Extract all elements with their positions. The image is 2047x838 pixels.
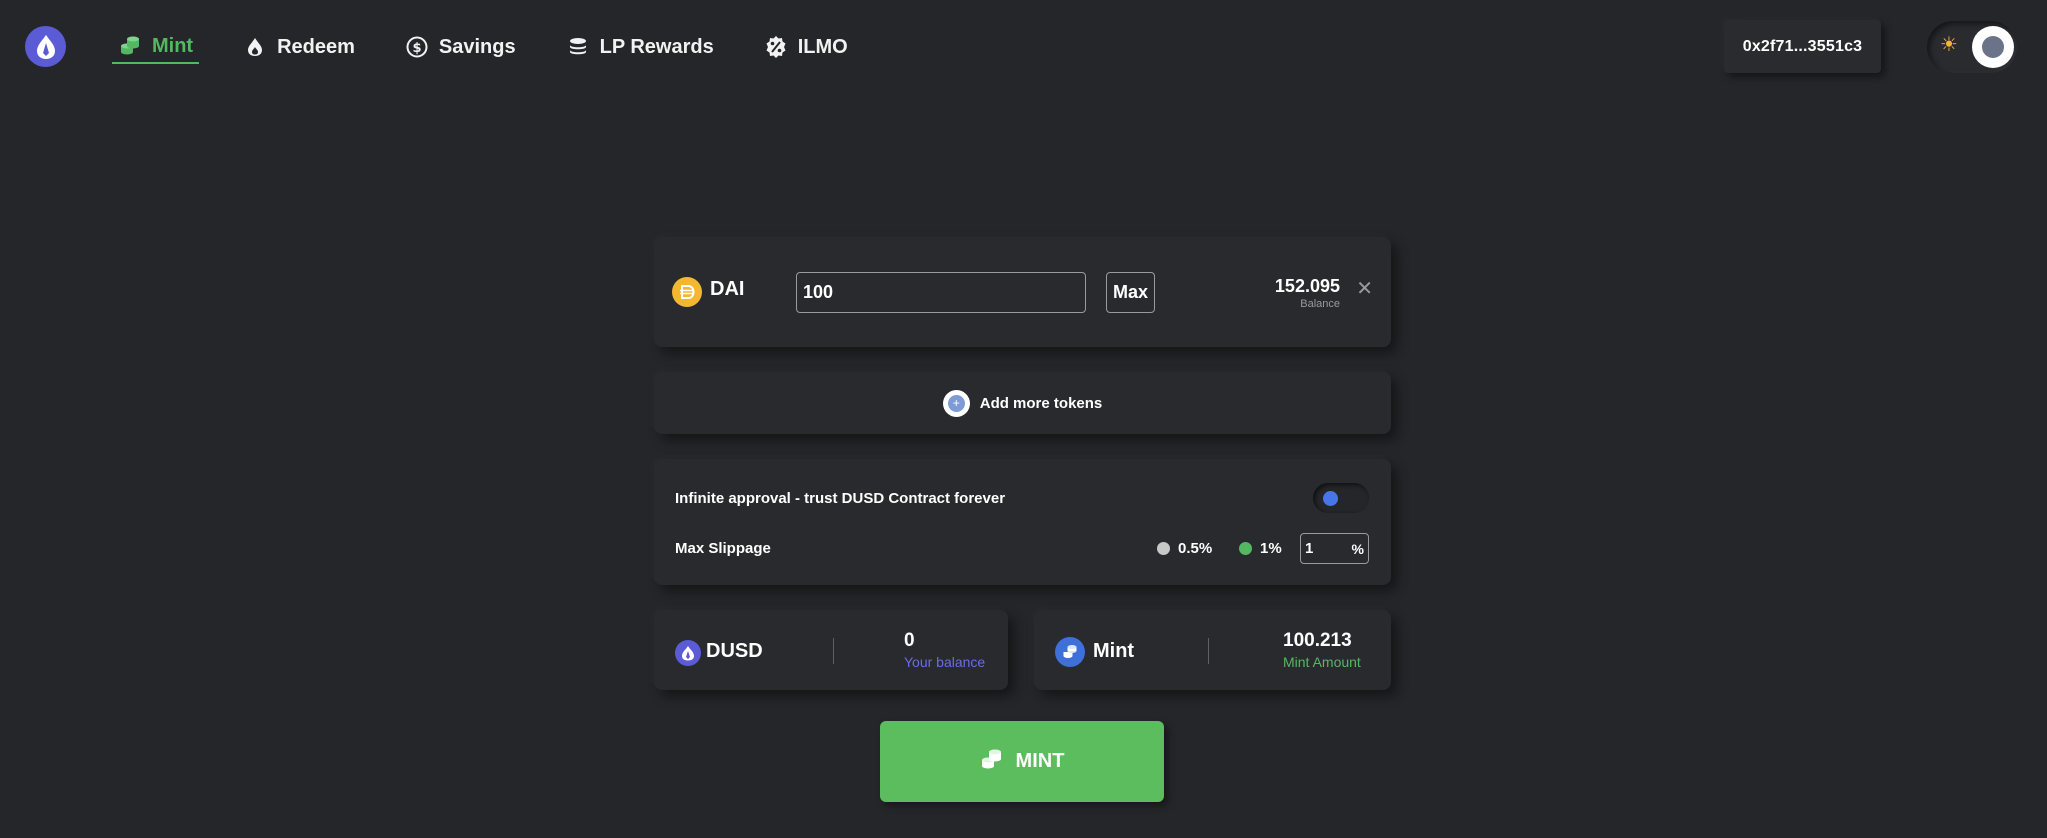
nav-item-label: Mint: [152, 34, 194, 57]
slippage-option-label: 1%: [1260, 540, 1282, 557]
slippage-option-label: 0.5%: [1178, 540, 1213, 557]
balance-label: Balance: [1300, 298, 1340, 310]
nav-item-lp-rewards[interactable]: LP Rewards: [560, 30, 720, 64]
token-label: DAI: [710, 278, 745, 300]
flame-logo-icon: [36, 34, 55, 59]
divider: [1208, 638, 1209, 664]
theme-toggle[interactable]: ☀: [1927, 21, 2017, 73]
dusd-label: DUSD: [706, 640, 763, 662]
percent-badge-icon: [764, 35, 788, 59]
settings-card: Infinite approval - trust DUSD Contract …: [654, 459, 1391, 585]
nav-item-label: LP Rewards: [599, 35, 714, 58]
slippage-option-0-5[interactable]: 0.5%: [1157, 540, 1212, 557]
custom-slippage-field[interactable]: %: [1300, 533, 1369, 564]
balance-value: 152.095: [1274, 276, 1340, 296]
main-nav: Mint Redeem $ Savings LP Rewards ILMO: [112, 30, 854, 66]
nav-item-ilmo[interactable]: ILMO: [758, 30, 854, 64]
max-slippage-label: Max Slippage: [675, 540, 771, 557]
radio-icon: [1157, 542, 1170, 555]
percent-unit: %: [1351, 540, 1364, 557]
mint-label: Mint: [1093, 640, 1135, 662]
dai-icon: [672, 277, 702, 307]
stack-icon: [566, 35, 590, 59]
radio-selected-icon: [1239, 542, 1252, 555]
wallet-address-button[interactable]: 0x2f71...3551c3: [1724, 20, 1881, 73]
infinite-approval-label: Infinite approval - trust DUSD Contract …: [675, 490, 1006, 507]
theme-toggle-knob: [1972, 26, 2014, 68]
max-button[interactable]: Max: [1106, 272, 1155, 313]
nav-item-label: ILMO: [797, 35, 848, 58]
dusd-icon: [675, 640, 701, 666]
coins-icon: [980, 747, 1004, 777]
mint-amount-caption: Mint Amount: [1283, 654, 1361, 670]
mint-coins-icon: [1055, 637, 1085, 667]
divider: [833, 638, 834, 664]
add-more-tokens-button[interactable]: + Add more tokens: [654, 372, 1391, 434]
flame-icon: [243, 35, 267, 59]
mint-button-label: MINT: [1015, 750, 1065, 772]
add-token-icon: +: [942, 389, 970, 417]
amount-input[interactable]: [796, 272, 1086, 313]
custom-slippage-input[interactable]: [1305, 540, 1345, 557]
infinite-approval-toggle[interactable]: [1313, 483, 1369, 513]
nav-item-label: Redeem: [277, 35, 355, 58]
wallet-address: 0x2f71...3551c3: [1742, 37, 1863, 55]
mint-button[interactable]: MINT: [880, 721, 1164, 802]
moon-icon: [1982, 36, 2004, 58]
mint-amount-card: Mint 100.213 Mint Amount: [1034, 610, 1391, 690]
nav-item-label: Savings: [438, 35, 516, 58]
add-more-tokens-label: Add more tokens: [979, 394, 1103, 412]
sun-icon: ☀: [1940, 34, 1958, 56]
svg-text:$: $: [412, 41, 421, 56]
toggle-knob: [1323, 491, 1338, 506]
mint-amount-value: 100.213: [1283, 630, 1352, 651]
dollar-circle-icon: $: [405, 35, 429, 59]
nav-item-savings[interactable]: $ Savings: [399, 30, 522, 64]
token-input-card: DAI Max 152.095 Balance ✕: [654, 237, 1391, 347]
nav-item-mint[interactable]: Mint: [112, 30, 200, 64]
dusd-balance-card: DUSD 0 Your balance: [654, 610, 1008, 690]
nav-item-redeem[interactable]: Redeem: [237, 30, 361, 64]
dusd-balance-value: 0: [904, 630, 915, 651]
coins-icon: [118, 34, 142, 58]
dusd-balance-caption: Your balance: [904, 654, 986, 670]
slippage-option-1[interactable]: 1%: [1239, 540, 1282, 557]
remove-token-icon[interactable]: ✕: [1356, 279, 1373, 299]
app-logo[interactable]: [25, 26, 66, 67]
